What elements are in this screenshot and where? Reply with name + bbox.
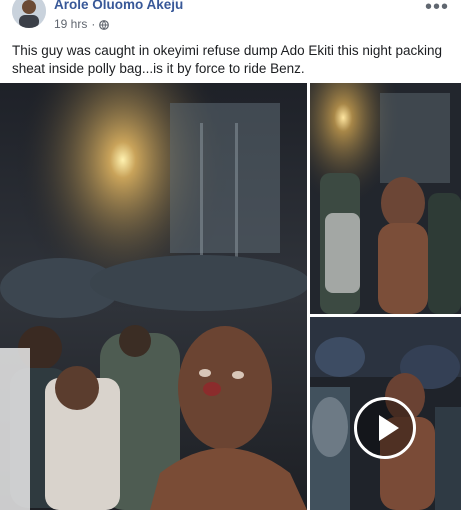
post-meta: 19 hrs ·	[54, 17, 110, 31]
timestamp-link[interactable]: 19 hrs	[54, 17, 87, 31]
post-header: Arole Oluomo Akeju 19 hrs · •••	[0, 0, 461, 38]
globe-icon[interactable]	[99, 19, 110, 30]
more-options-icon[interactable]: •••	[425, 0, 449, 19]
author-name-link[interactable]: Arole Oluomo Akeju	[54, 0, 183, 12]
play-icon[interactable]	[354, 397, 416, 459]
meta-separator: ·	[91, 17, 96, 31]
video-thumbnail[interactable]	[310, 317, 461, 510]
post-caption: This guy was caught in okeyimi refuse du…	[12, 43, 442, 76]
avatar[interactable]	[12, 0, 46, 28]
photo-secondary[interactable]	[310, 83, 461, 314]
photo-main[interactable]	[0, 83, 307, 510]
